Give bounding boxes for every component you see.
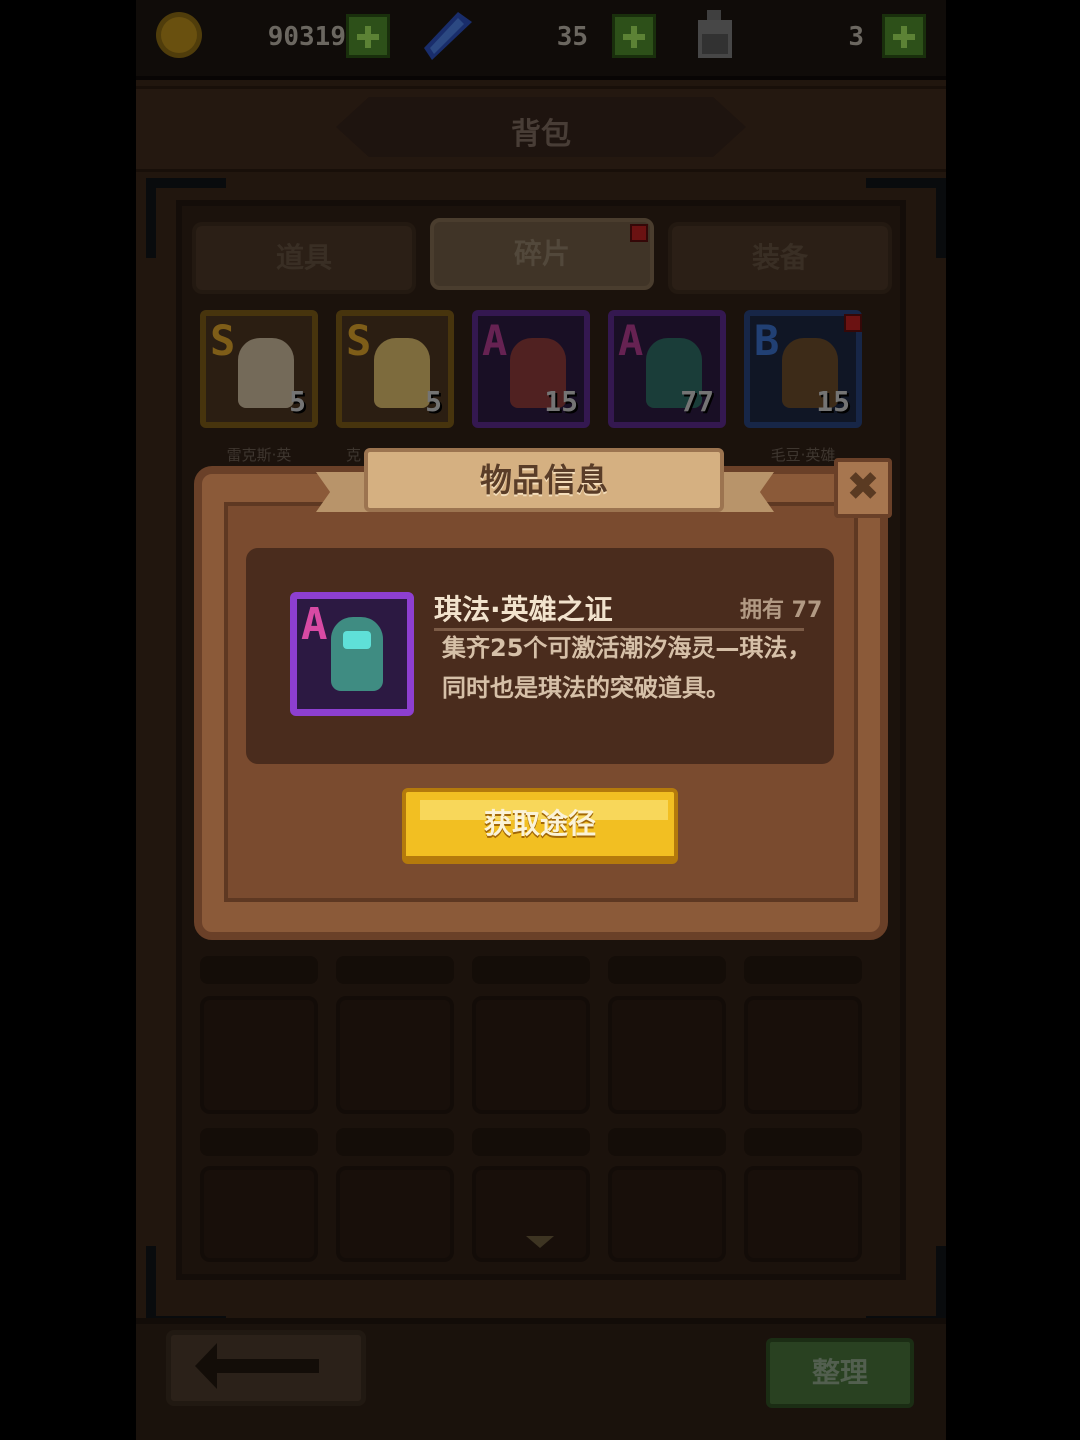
item-icon: A <box>290 592 414 716</box>
game-screen: 90319 35 3 背包 道具 碎片 装备 S 5 S 5 A 15 A 77… <box>136 0 946 1440</box>
get-source-button[interactable]: 获取途径 <box>402 788 678 864</box>
dialog-title: 物品信息 <box>479 461 608 499</box>
hero-portrait <box>331 617 383 691</box>
get-source-label: 获取途径 <box>483 807 596 840</box>
close-icon: ✖ <box>846 464 880 510</box>
owned-count: 拥有 77 <box>740 598 823 623</box>
item-description: 集齐25个可激活潮汐海灵—琪法，同时也是琪法的突破道具。 <box>442 634 812 702</box>
close-button[interactable]: ✖ <box>834 458 892 518</box>
item-name: 琪法·英雄之证 <box>434 593 613 626</box>
rank-letter: A <box>301 599 328 650</box>
